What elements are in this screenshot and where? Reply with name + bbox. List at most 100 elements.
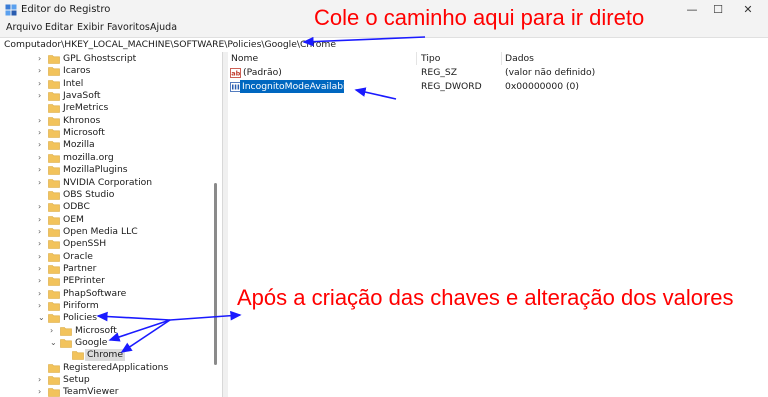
menu-exibir[interactable]: Exibir [77, 22, 104, 33]
chevron-right-icon[interactable]: › [50, 325, 58, 337]
chevron-right-icon[interactable]: › [38, 115, 46, 127]
chevron-right-icon[interactable]: › [38, 275, 46, 287]
folder-icon [48, 363, 60, 373]
chevron-right-icon[interactable]: › [38, 78, 46, 90]
registry-editor-icon [5, 4, 17, 16]
tree-node-label: Chrome [85, 349, 126, 362]
key-tree[interactable]: › GPL Ghostscript › Icaros › Intel › JavaSoft Jr… [0, 52, 222, 397]
window-title: Editor do Registro [21, 4, 111, 15]
tree-node-label: ODBC [63, 201, 90, 213]
chevron-right-icon[interactable]: › [38, 127, 46, 139]
folder-icon [48, 92, 60, 101]
menu-ajuda[interactable]: Ajuda [150, 22, 177, 33]
folder-icon [48, 141, 60, 151]
folder-icon [48, 178, 60, 188]
folder-icon [48, 215, 60, 225]
chevron-right-icon[interactable]: › [38, 386, 46, 397]
chevron-right-icon[interactable]: › [38, 139, 46, 151]
chevron-right-icon[interactable]: › [38, 214, 46, 226]
chevron-right-icon[interactable] [62, 349, 70, 361]
column-header-data[interactable]: Dados [505, 53, 534, 64]
folder-icon [48, 277, 60, 287]
annotation-top: Cole o caminho aqui para ir direto [314, 5, 645, 30]
folder-icon [48, 228, 60, 237]
tree-node-label: JreMetrics [63, 102, 109, 114]
folder-icon [60, 326, 72, 336]
folder-icon [48, 265, 60, 274]
svg-text:ab: ab [231, 70, 240, 78]
column-separator[interactable] [416, 52, 417, 65]
tree-node-label: TeamViewer [63, 386, 119, 397]
menu-editar[interactable]: Editar [45, 22, 73, 33]
annotation-middle: Após a criação das chaves e alteração do… [237, 285, 734, 310]
tree-node-label: MozillaPlugins [63, 164, 128, 176]
chevron-right-icon[interactable]: › [38, 164, 46, 176]
column-header-type[interactable]: Tipo [421, 53, 440, 64]
folder-icon [48, 376, 60, 385]
folder-icon [48, 55, 60, 64]
folder-icon [48, 252, 60, 262]
tree-node-label: GPL Ghostscript [63, 53, 137, 64]
folder-icon [48, 289, 60, 299]
column-header-name[interactable]: Nome [231, 53, 258, 64]
chevron-right-icon[interactable] [38, 189, 46, 201]
folder-icon [48, 67, 60, 77]
tree-node-label: Mozilla [63, 139, 95, 151]
chevron-right-icon[interactable]: › [38, 53, 46, 65]
folder-icon [48, 116, 60, 126]
tree-node-label: Partner [63, 262, 97, 274]
chevron-right-icon[interactable]: › [38, 300, 46, 312]
selected-value-name[interactable]: IncognitoModeAvailability [240, 80, 360, 93]
chevron-down-icon[interactable]: ⌄ [38, 312, 46, 324]
tree-node-label: OEM [63, 213, 84, 225]
tree-node-label: RegisteredApplications [63, 361, 169, 373]
chevron-right-icon[interactable] [38, 102, 46, 114]
tree-node-label: Microsoft [63, 127, 105, 139]
folder-icon [48, 191, 60, 200]
chevron-right-icon[interactable]: › [38, 251, 46, 263]
column-separator[interactable] [501, 52, 502, 65]
menu-arquivo[interactable]: Arquivo [6, 22, 42, 33]
chevron-down-icon[interactable]: ⌄ [50, 337, 58, 349]
folder-icon [48, 79, 60, 89]
tree-node-label: Microsoft [75, 324, 117, 336]
address-path[interactable]: Computador\HKEY_LOCAL_MACHINE\SOFTWARE\P… [4, 39, 336, 50]
chevron-right-icon[interactable]: › [38, 201, 46, 213]
folder-icon [48, 314, 60, 324]
folder-icon [48, 240, 60, 250]
tree-node-label: PEPrinter [63, 275, 105, 287]
chevron-right-icon[interactable]: › [38, 226, 46, 238]
tree-node-label: JavaSoft [63, 90, 101, 102]
chevron-right-icon[interactable]: › [38, 177, 46, 189]
tree-node-label: Policies [63, 312, 97, 324]
address-bar[interactable]: Computador\HKEY_LOCAL_MACHINE\SOFTWARE\P… [0, 37, 768, 53]
ab-string-icon: ab [230, 68, 241, 78]
folder-icon [48, 388, 60, 397]
menu-favoritos[interactable]: Favoritos [107, 22, 150, 33]
value-type: REG_DWORD [421, 81, 482, 92]
tree-node-label: Piriform [63, 300, 99, 311]
tree-node-label: Intel [63, 77, 84, 89]
tree-node-label: OpenSSH [63, 238, 107, 250]
chevron-right-icon[interactable]: › [38, 288, 46, 300]
tree-node-label: Google [75, 337, 108, 349]
values-pane[interactable] [228, 52, 768, 397]
chevron-right-icon[interactable] [38, 362, 46, 374]
folder-icon [48, 203, 60, 212]
folder-icon [48, 166, 60, 175]
value-name[interactable]: (Padrão) [243, 67, 282, 78]
chevron-right-icon[interactable]: › [38, 152, 46, 164]
tree-scrollbar-thumb[interactable] [214, 183, 217, 365]
chevron-right-icon[interactable]: › [38, 65, 46, 77]
folder-icon [48, 104, 60, 114]
tree-node-label: OBS Studio [63, 188, 115, 200]
chevron-right-icon[interactable]: › [38, 90, 46, 102]
tree-node-label: PhapSoftware [63, 287, 127, 299]
chevron-right-icon[interactable]: › [38, 238, 46, 250]
tree-node-label: Icaros [63, 65, 91, 77]
chevron-right-icon[interactable]: › [38, 374, 46, 386]
folder-icon [48, 302, 60, 311]
close-button[interactable]: ✕ [728, 0, 768, 20]
chevron-right-icon[interactable]: › [38, 263, 46, 275]
tree-node-label: NVIDIA Corporation [63, 176, 153, 188]
